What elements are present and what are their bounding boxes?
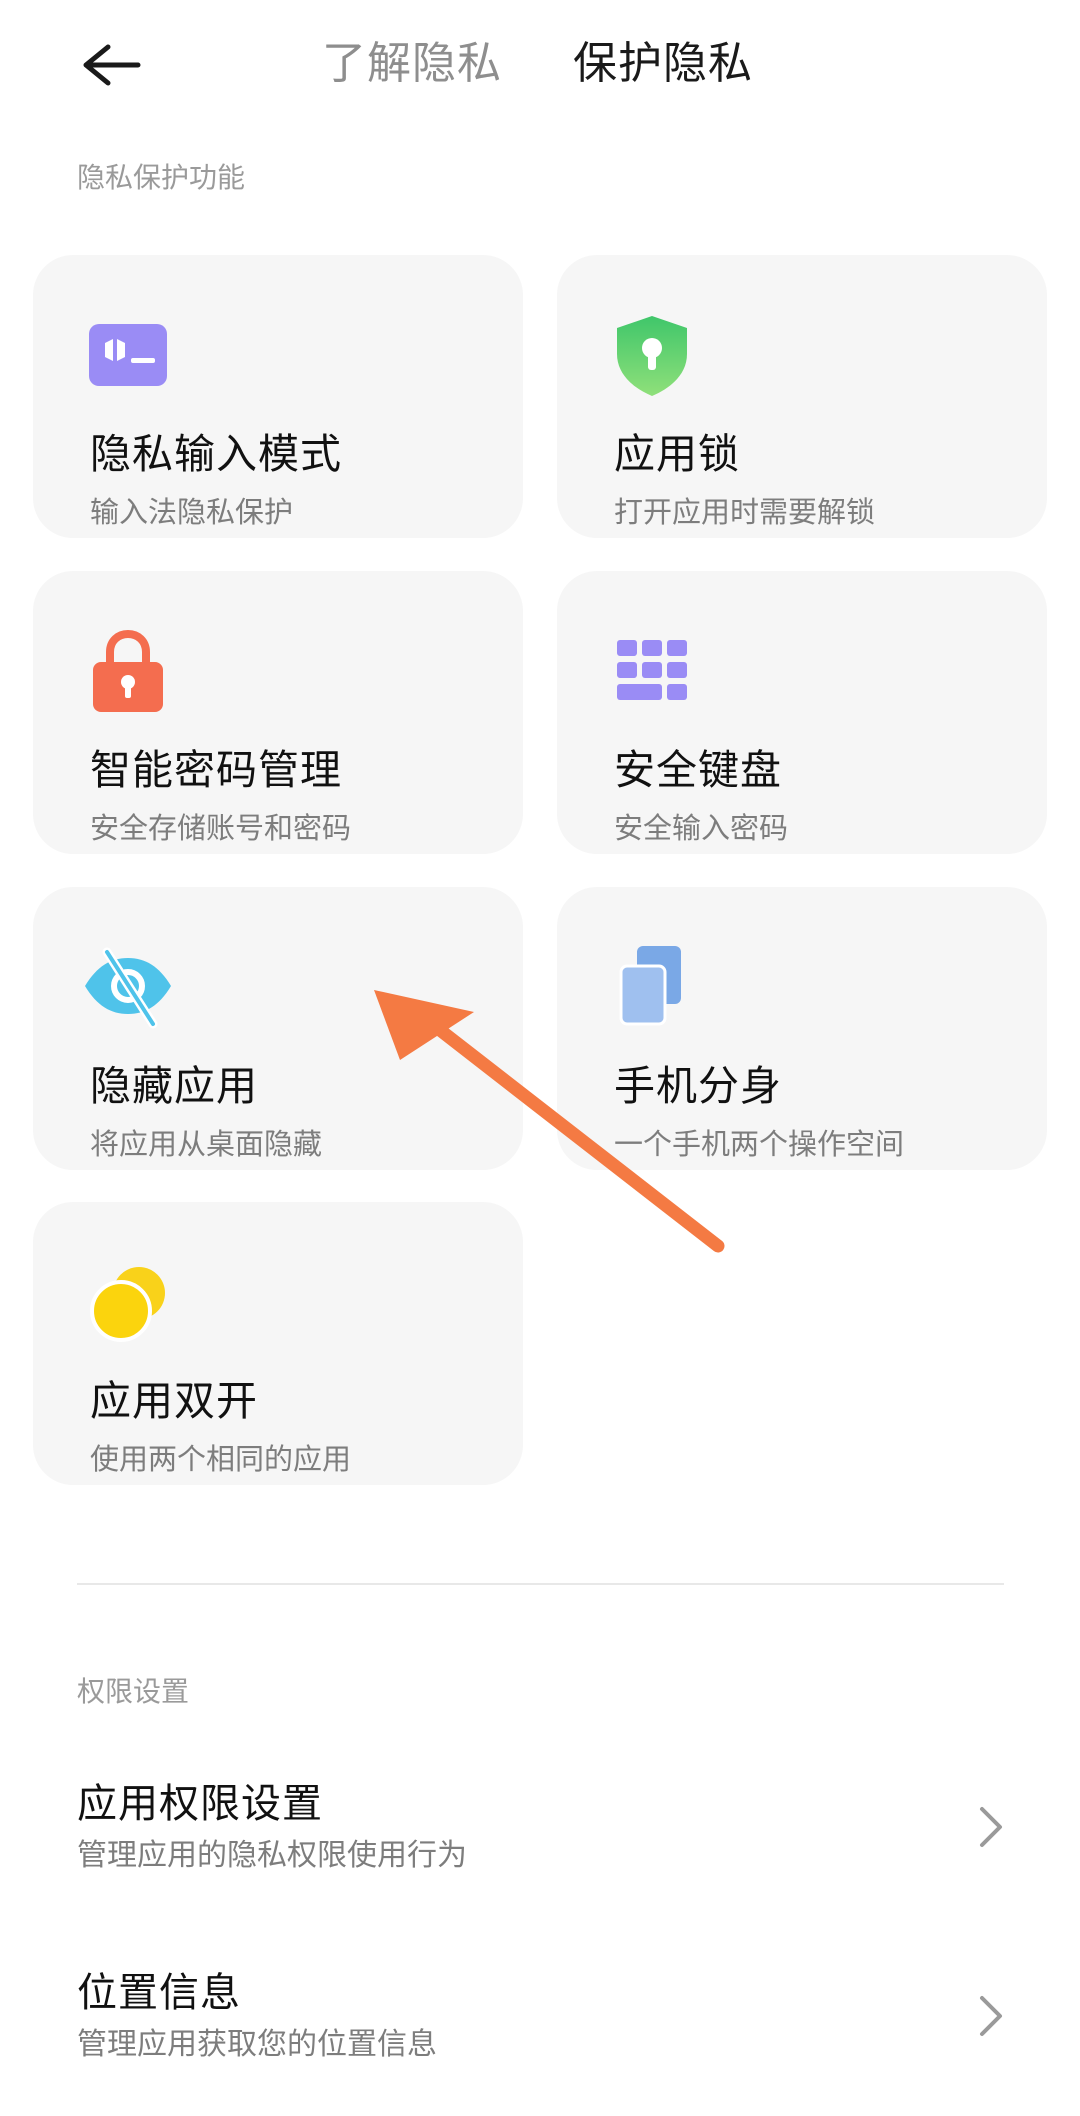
tab-protect-privacy[interactable]: 保护隐私 bbox=[573, 36, 753, 92]
card-title: 应用锁 bbox=[614, 430, 740, 478]
list-item-title: 位置信息 bbox=[77, 1970, 241, 2016]
section-label-privacy-features: 隐私保护功能 bbox=[77, 161, 246, 194]
private-keyboard-icon bbox=[83, 310, 173, 400]
list-item-app-permissions[interactable]: 应用权限设置 管理应用的隐私权限使用行为 bbox=[0, 1777, 1080, 1927]
card-title: 隐藏应用 bbox=[90, 1062, 258, 1110]
card-secure-keyboard[interactable]: 安全键盘 安全输入密码 bbox=[557, 571, 1047, 854]
arrow-left-icon bbox=[83, 44, 141, 86]
divider bbox=[77, 1583, 1004, 1585]
card-subtitle: 一个手机两个操作空间 bbox=[614, 1127, 905, 1161]
card-subtitle: 安全存储账号和密码 bbox=[90, 811, 352, 845]
card-second-space[interactable]: 手机分身 一个手机两个操作空间 bbox=[557, 887, 1047, 1170]
back-button[interactable] bbox=[70, 30, 150, 100]
top-bar: 了解隐私 保护隐私 bbox=[0, 0, 1080, 130]
eye-hidden-icon bbox=[83, 942, 173, 1032]
card-hide-apps[interactable]: 隐藏应用 将应用从桌面隐藏 bbox=[33, 887, 523, 1170]
list-item-subtitle: 管理应用的隐私权限使用行为 bbox=[77, 1838, 467, 1873]
card-subtitle: 安全输入密码 bbox=[614, 811, 789, 845]
card-title: 智能密码管理 bbox=[90, 746, 342, 794]
dual-space-icon bbox=[607, 942, 697, 1032]
shield-lock-icon bbox=[607, 310, 697, 400]
card-smart-password-manager[interactable]: 智能密码管理 安全存储账号和密码 bbox=[33, 571, 523, 854]
list-item-subtitle: 管理应用获取您的位置信息 bbox=[77, 2027, 437, 2062]
card-title: 应用双开 bbox=[90, 1377, 258, 1425]
card-private-input-mode[interactable]: 隐私输入模式 输入法隐私保护 bbox=[33, 255, 523, 538]
tab-learn-privacy[interactable]: 了解隐私 bbox=[322, 36, 502, 92]
chevron-right-icon bbox=[970, 1986, 1010, 2046]
card-app-lock[interactable]: 应用锁 打开应用时需要解锁 bbox=[557, 255, 1047, 538]
card-subtitle: 使用两个相同的应用 bbox=[90, 1442, 352, 1476]
list-item-title: 应用权限设置 bbox=[77, 1781, 323, 1827]
section-label-permissions: 权限设置 bbox=[77, 1675, 190, 1708]
card-subtitle: 将应用从桌面隐藏 bbox=[90, 1127, 323, 1161]
card-title: 安全键盘 bbox=[614, 746, 782, 794]
card-dual-apps[interactable]: 应用双开 使用两个相同的应用 bbox=[33, 1202, 523, 1485]
dual-apps-icon bbox=[83, 1257, 173, 1347]
padlock-icon bbox=[83, 626, 173, 716]
list-item-location-info[interactable]: 位置信息 管理应用获取您的位置信息 bbox=[0, 1966, 1080, 2116]
card-subtitle: 打开应用时需要解锁 bbox=[614, 495, 876, 529]
card-subtitle: 输入法隐私保护 bbox=[90, 495, 294, 529]
chevron-right-icon bbox=[970, 1797, 1010, 1857]
card-title: 隐私输入模式 bbox=[90, 430, 342, 478]
card-title: 手机分身 bbox=[614, 1062, 782, 1110]
keyboard-grid-icon bbox=[607, 626, 697, 716]
